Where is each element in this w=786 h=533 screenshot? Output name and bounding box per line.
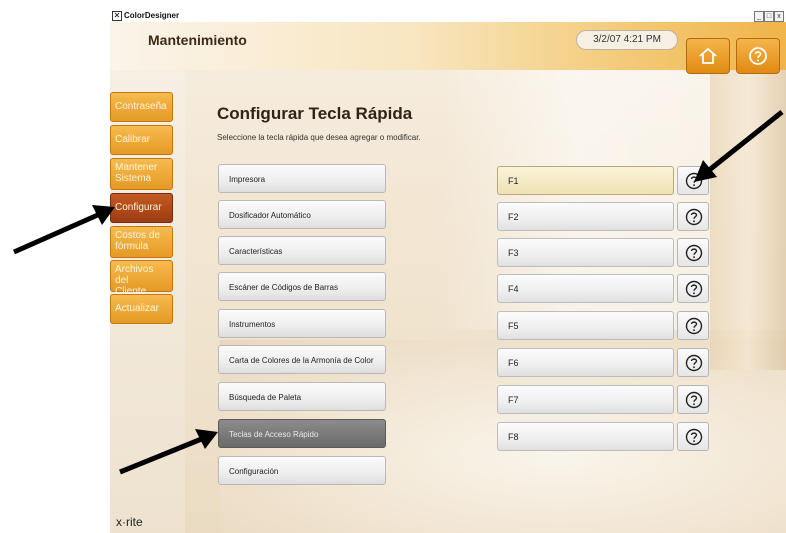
sidebar: Contraseña Calibrar Mantener Sistema Con…: [110, 70, 185, 533]
hotkey-f4[interactable]: F4: [497, 274, 674, 303]
function-button-caracteristicas[interactable]: Características: [218, 236, 386, 265]
question-circle-icon: [685, 172, 703, 190]
header-bar: Mantenimiento 3/2/07 4:21 PM: [110, 22, 786, 74]
hotkey-f8[interactable]: F8: [497, 422, 674, 451]
function-button-configuracion[interactable]: Configuración: [218, 456, 386, 485]
page-title: Mantenimiento: [148, 32, 247, 48]
hotkey-f2-help-button[interactable]: [677, 202, 709, 231]
hotkey-f7[interactable]: F7: [497, 385, 674, 414]
function-button-escaner[interactable]: Escáner de Códigos de Barras: [218, 272, 386, 301]
home-button[interactable]: [686, 38, 730, 74]
question-circle-icon: [685, 428, 703, 446]
hotkey-f8-help-button[interactable]: [677, 422, 709, 451]
sidebar-item-calibrar[interactable]: Calibrar: [110, 125, 173, 155]
question-circle-icon: [685, 280, 703, 298]
hotkey-f3-help-button[interactable]: [677, 238, 709, 267]
arrow-to-configurar: [12, 205, 115, 255]
hotkey-f6[interactable]: F6: [497, 348, 674, 377]
app-x-icon: ✕: [112, 11, 122, 21]
sidebar-item-archivos-del-cliente[interactable]: Archivos del Cliente: [110, 260, 173, 297]
hotkey-f4-help-button[interactable]: [677, 274, 709, 303]
hotkey-f5-help-button[interactable]: [677, 311, 709, 340]
sidebar-item-configurar[interactable]: Configurar: [110, 193, 173, 223]
function-button-instrumentos[interactable]: Instrumentos: [218, 309, 386, 338]
sidebar-item-contrasena[interactable]: Contraseña: [110, 92, 173, 122]
help-icon: [749, 47, 767, 65]
function-button-impresora[interactable]: Impresora: [218, 164, 386, 193]
hotkey-f2[interactable]: F2: [497, 202, 674, 231]
sidebar-item-label: Calibrar: [115, 134, 151, 145]
home-icon: [699, 47, 717, 64]
datetime-display: 3/2/07 4:21 PM: [576, 30, 678, 50]
question-circle-icon: [685, 208, 703, 226]
question-circle-icon: [685, 317, 703, 335]
maximize-button[interactable]: □: [764, 11, 774, 22]
question-circle-icon: [685, 354, 703, 372]
section-title: Configurar Tecla Rápida: [217, 104, 413, 123]
sidebar-item-label: Contraseña: [115, 101, 167, 112]
sidebar-item-label: Actualizar: [115, 303, 159, 314]
minimize-button[interactable]: _: [754, 11, 764, 22]
section-instructions: Seleccione la tecla rápida que desea agr…: [217, 133, 421, 142]
sidebar-item-label: Costos de fórmula: [115, 230, 161, 252]
function-button-carta-colores[interactable]: Carta de Colores de la Armonía de Color: [218, 345, 386, 374]
sidebar-item-label: Archivos del Cliente: [115, 264, 154, 297]
sidebar-item-costos-de-formula[interactable]: Costos de fórmula: [110, 226, 173, 258]
sidebar-item-label: Configurar: [115, 202, 162, 213]
question-circle-icon: [685, 244, 703, 262]
sidebar-item-label: Mantener Sistema: [115, 162, 158, 184]
hotkey-f1-help-button[interactable]: [677, 166, 709, 195]
hotkey-f1[interactable]: F1: [497, 166, 674, 195]
function-button-dosificador[interactable]: Dosificador Automático: [218, 200, 386, 229]
hotkey-f3[interactable]: F3: [497, 238, 674, 267]
xrite-logo: x·rite: [116, 515, 143, 529]
function-button-busqueda-paleta[interactable]: Búsqueda de Paleta: [218, 382, 386, 411]
function-button-teclas-acceso-rapido[interactable]: Teclas de Acceso Rápido: [218, 419, 386, 448]
hotkey-f6-help-button[interactable]: [677, 348, 709, 377]
window-title: ColorDesigner: [124, 11, 180, 20]
background-curtain: [710, 70, 786, 370]
help-button[interactable]: [736, 38, 780, 74]
close-button[interactable]: x: [774, 11, 784, 22]
hotkey-f7-help-button[interactable]: [677, 385, 709, 414]
app-window: ✕ ColorDesigner _ □ x Mantenimiento 3/2/…: [110, 10, 786, 533]
sidebar-item-actualizar[interactable]: Actualizar: [110, 294, 173, 324]
hotkey-f5[interactable]: F5: [497, 311, 674, 340]
question-circle-icon: [685, 391, 703, 409]
sidebar-item-mantener-sistema[interactable]: Mantener Sistema: [110, 158, 173, 190]
